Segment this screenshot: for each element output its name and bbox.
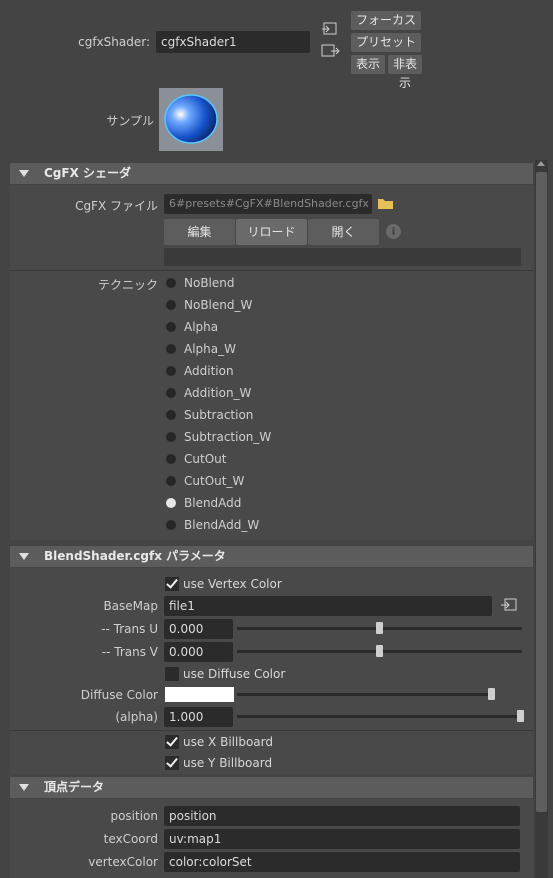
shader-name-field[interactable]: cgfxShader1 [156,31,310,53]
trans-u-slider-handle[interactable] [375,622,383,634]
checkbox-box[interactable] [165,576,179,591]
check-icon [166,576,178,589]
collapse-arrow-icon[interactable] [19,170,29,177]
vertex-attribute-label: texCoord [103,832,158,846]
blendshader-params-section-header[interactable]: BlendShader.cgfx パラメータ [10,546,533,567]
radio-button[interactable] [166,476,176,486]
cgfx-shader-section-header[interactable]: CgFX シェーダ [10,163,533,184]
checkbox-label: use Diffuse Color [183,667,286,681]
radio-label: CutOut_W [184,474,245,488]
trans-v-slider-handle[interactable] [375,645,383,657]
radio-label: Addition_W [184,386,252,400]
show-button[interactable]: 表示 [351,55,385,74]
trans-u-field[interactable]: 0.000 [164,619,233,639]
radio-label: Alpha [184,320,219,334]
radio-button[interactable] [166,300,176,310]
radio-button[interactable] [166,410,176,420]
radio-label: Subtraction_W [184,430,272,444]
checkbox-label: use Y Billboard [183,756,273,770]
section-title: CgFX シェーダ [44,166,132,180]
technique-label: テクニック [97,278,158,292]
radio-button[interactable] [166,278,176,288]
select-icon[interactable] [321,22,339,36]
radio-label: BlendAdd_W [184,518,260,532]
checkbox-label: use X Billboard [183,735,273,749]
radio-button[interactable] [166,498,176,508]
cgfx-status-field [164,248,521,266]
open-button[interactable]: 開く [308,219,379,245]
radio-button[interactable] [166,388,176,398]
diffuse-color-label: Diffuse Color [80,688,158,702]
section-title: BlendShader.cgfx パラメータ [44,549,226,563]
scroll-up-arrow-icon[interactable] [537,161,545,166]
radio-label: CutOut [184,452,227,466]
preset-button[interactable]: プリセット [351,33,421,52]
alpha-slider[interactable] [237,715,521,718]
radio-button[interactable] [166,322,176,332]
cgfx-file-label: CgFX ファイル [75,199,158,213]
scrollbar-thumb[interactable] [536,172,547,812]
trans-u-label: -- Trans U [101,622,158,636]
info-icon[interactable]: i [386,224,401,239]
radio-label: BlendAdd [184,496,242,510]
radio-label: NoBlend [184,276,235,290]
radio-button[interactable] [166,454,176,464]
radio-button[interactable] [166,366,176,376]
basemap-label: BaseMap [103,599,158,613]
checkbox-box[interactable] [165,667,179,681]
radio-label: Addition [184,364,234,378]
vertex-attribute-field[interactable]: color:colorSet [164,852,520,872]
output-connection-icon[interactable] [321,44,341,58]
diffuse-color-slider[interactable] [237,693,492,696]
alpha-label: (alpha) [115,710,158,724]
checkbox-label: use Vertex Color [183,577,282,591]
vertex-attribute-label: position [110,809,158,823]
material-swatch[interactable] [159,88,223,151]
sample-label: サンプル [106,114,154,128]
vertex-attribute-field[interactable]: uv:map1 [164,829,520,849]
folder-icon[interactable] [377,197,394,210]
vertex-attribute-label: vertexColor [88,855,158,869]
radio-button[interactable] [166,344,176,354]
divider [10,270,533,271]
trans-v-label: -- Trans V [101,645,158,659]
check-icon [166,755,178,768]
vertex-data-section-header[interactable]: 頂点データ [10,777,533,798]
focus-button[interactable]: フォーカス [351,11,421,30]
radio-label: NoBlend_W [184,298,253,312]
cgfx-file-path-field[interactable]: 6#presets#CgFX#BlendShader.cgfx [164,194,372,214]
reload-button[interactable]: リロード [236,219,307,245]
alpha-slider-handle[interactable] [517,710,524,722]
alpha-field[interactable]: 1.000 [164,707,233,727]
diffuse-slider-handle[interactable] [488,688,495,700]
divider [10,730,533,731]
trans-v-field[interactable]: 0.000 [164,642,233,662]
checkbox-box[interactable] [165,734,179,749]
map-connection-icon[interactable] [500,598,518,612]
basemap-field[interactable]: file1 [164,596,492,616]
vertex-attribute-field[interactable]: position [164,806,520,826]
section-title: 頂点データ [44,780,105,794]
radio-button[interactable] [166,432,176,442]
radio-label: Alpha_W [184,342,236,356]
collapse-arrow-icon[interactable] [19,784,29,791]
radio-label: Subtraction [184,408,254,422]
edit-button[interactable]: 編集 [164,219,235,245]
checkbox-box[interactable] [165,755,179,770]
collapse-arrow-icon[interactable] [19,553,29,560]
hide-button[interactable]: 非表示 [388,55,422,90]
shader-label: cgfxShader: [78,35,150,49]
check-icon [166,734,178,747]
radio-button[interactable] [166,520,176,530]
diffuse-color-swatch[interactable] [165,687,234,702]
